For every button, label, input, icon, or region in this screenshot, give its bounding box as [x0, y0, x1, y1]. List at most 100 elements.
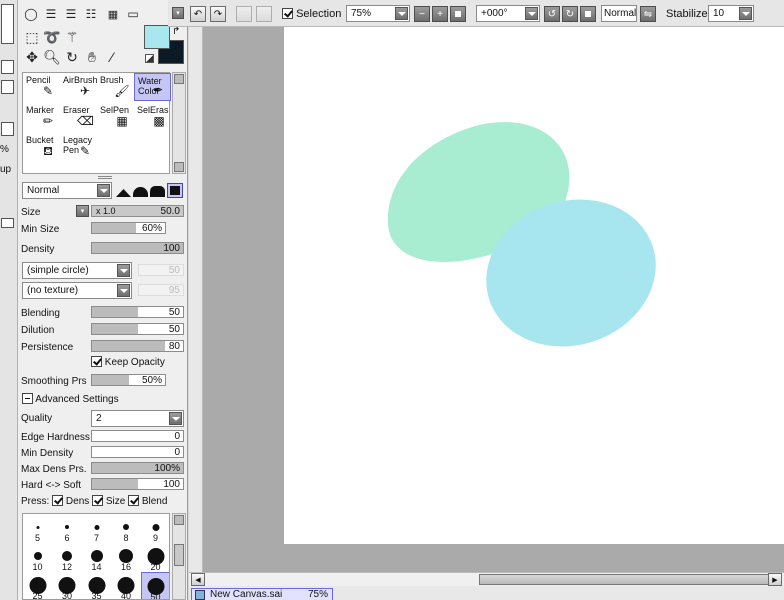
rotate-reset-button[interactable]: [580, 6, 596, 22]
dilution-slider[interactable]: 50: [91, 323, 184, 335]
rotate-left-button[interactable]: ↺: [544, 6, 560, 22]
brush-tool-water-color[interactable]: Water Color ✒: [134, 73, 171, 101]
size-slider[interactable]: x 1.0 50.0: [91, 205, 184, 217]
brush-tool-eraser[interactable]: Eraser ⌫: [60, 103, 97, 131]
circle-shape-icon[interactable]: ◯: [22, 5, 40, 23]
press-blend-checkbox[interactable]: [128, 495, 140, 506]
scroll-left-button[interactable]: ◀: [191, 573, 205, 586]
stabilizer-select[interactable]: 10: [708, 5, 754, 22]
canvas-vertical-scrollbar[interactable]: [189, 27, 203, 572]
quality-select[interactable]: 2: [91, 410, 184, 427]
rect-select-icon[interactable]: ⬚: [23, 28, 41, 46]
eraser-small-icon[interactable]: ▭: [124, 5, 142, 23]
hand-icon[interactable]: ✋︎: [83, 48, 101, 66]
collapse-icon[interactable]: [22, 393, 33, 404]
brush-blend-mode-select[interactable]: Normal: [22, 182, 112, 199]
magic-wand-icon[interactable]: ⚚: [63, 28, 81, 46]
dense-lines-icon[interactable]: ☰: [62, 5, 80, 23]
brush-size-preset[interactable]: 14: [82, 543, 111, 573]
max-dens-slider[interactable]: 100%: [91, 462, 184, 474]
redo-button[interactable]: ↷: [210, 6, 226, 22]
document-tab[interactable]: New Canvas.sai 75%: [191, 588, 333, 600]
keep-opacity-toggle[interactable]: Keep Opacity: [91, 356, 165, 368]
brush-tool-selpen[interactable]: SelPen ▦: [97, 103, 134, 131]
foreground-color-swatch[interactable]: [144, 25, 170, 49]
selection-checkbox[interactable]: [282, 8, 293, 19]
reset-colors-icon[interactable]: [145, 54, 154, 63]
strip-button-3[interactable]: [1, 122, 14, 136]
rotation-select[interactable]: +000°: [476, 5, 540, 22]
panel-divider[interactable]: [98, 176, 112, 179]
swap-colors-icon[interactable]: ↱: [172, 26, 180, 37]
brush-size-preset[interactable]: 35: [82, 572, 111, 599]
brush-tool-legacy-pen[interactable]: Legacy Pen ✎: [60, 133, 97, 161]
dotted-lines-icon[interactable]: ☷: [82, 5, 100, 23]
brush-size-preset[interactable]: 50: [141, 572, 169, 599]
brush-size-preset[interactable]: 5: [23, 514, 52, 544]
brush-tool-pencil[interactable]: Pencil ✎: [23, 73, 60, 101]
zoom-select[interactable]: 75%: [346, 5, 410, 22]
strip-swatch[interactable]: [1, 4, 14, 44]
lines-icon[interactable]: ☰: [42, 5, 60, 23]
smoothing-slider[interactable]: 50%: [91, 374, 166, 386]
zoom-out-button[interactable]: −: [414, 6, 430, 22]
brush-texture-select[interactable]: (no texture): [22, 282, 132, 299]
rotate-right-button[interactable]: ↻: [562, 6, 578, 22]
zoom-in-button[interactable]: +: [432, 6, 448, 22]
advanced-settings-toggle[interactable]: Advanced Settings: [22, 393, 119, 405]
brush-tool-bucket[interactable]: Bucket ⛾: [23, 133, 60, 161]
horizontal-scroll-thumb[interactable]: [479, 574, 779, 585]
brush-size-preset[interactable]: 9: [141, 514, 169, 544]
rotate-icon[interactable]: ↻: [63, 48, 81, 66]
min-density-slider[interactable]: 0: [91, 446, 184, 458]
canvas-paper[interactable]: [284, 27, 784, 544]
deselect-button[interactable]: [236, 6, 252, 22]
brush-size-preset[interactable]: 10: [23, 543, 52, 573]
strip-button-2[interactable]: [1, 80, 14, 94]
brush-size-preset[interactable]: 12: [53, 543, 82, 573]
brush-size-preset[interactable]: 7: [82, 514, 111, 544]
keep-opacity-checkbox[interactable]: [91, 356, 102, 367]
brush-grid-scrollbar[interactable]: [172, 72, 186, 174]
flip-horizontal-button[interactable]: ⇋: [640, 6, 656, 22]
brush-tool-seleras[interactable]: SelEras ▩: [134, 103, 171, 131]
canvas-horizontal-scrollbar[interactable]: ◀ ▶: [189, 572, 784, 586]
undo-button[interactable]: ↶: [190, 6, 206, 22]
edge-hardness-slider[interactable]: 0: [91, 430, 184, 442]
move-icon[interactable]: ✥: [23, 48, 41, 66]
strip-button-1[interactable]: [1, 60, 14, 74]
zoom-reset-button[interactable]: [450, 6, 466, 22]
grid-icon[interactable]: ▦: [104, 5, 122, 23]
size-dropdown-button[interactable]: ▾: [76, 205, 89, 217]
brush-tool-marker[interactable]: Marker ✏: [23, 103, 60, 131]
invert-selection-button[interactable]: [256, 6, 272, 22]
press-dens-checkbox[interactable]: [52, 495, 64, 506]
hard-soft-slider[interactable]: 100: [91, 478, 184, 490]
strip-button-4[interactable]: [1, 218, 14, 228]
brush-size-preset[interactable]: 16: [112, 543, 141, 573]
lasso-icon[interactable]: ➰: [43, 28, 61, 46]
brush-tool-airbrush[interactable]: AirBrush ✈: [60, 73, 98, 101]
brush-size-preset[interactable]: 8: [112, 514, 141, 544]
press-size-checkbox[interactable]: [92, 495, 104, 506]
brush-tool-brush[interactable]: Brush 🖌︎: [97, 73, 134, 101]
persistence-label: Persistence: [21, 342, 74, 353]
zoom-icon[interactable]: 🔍︎: [43, 48, 61, 66]
view-blend-mode-select[interactable]: Normal: [601, 5, 637, 22]
scroll-right-button[interactable]: ▶: [768, 573, 782, 586]
eyedropper-icon[interactable]: ⁄: [103, 48, 121, 66]
brush-size-preset[interactable]: 20: [141, 543, 169, 573]
min-size-slider[interactable]: 60%: [91, 222, 166, 234]
blending-slider[interactable]: 50: [91, 306, 184, 318]
brush-size-preset[interactable]: 40: [112, 572, 141, 599]
selection-toggle[interactable]: Selection: [282, 8, 341, 20]
brush-size-preset[interactable]: 6: [53, 514, 82, 544]
persistence-slider[interactable]: 80: [91, 340, 184, 352]
toolbar-menu-button[interactable]: ▾: [172, 7, 184, 19]
density-slider[interactable]: 100: [91, 242, 184, 254]
brush-edge-shape-selector[interactable]: [116, 182, 184, 199]
size-presets-scrollbar[interactable]: [172, 513, 186, 600]
brush-size-preset[interactable]: 30: [53, 572, 82, 599]
brush-size-preset[interactable]: 25: [23, 572, 52, 599]
brush-shape-select[interactable]: (simple circle): [22, 262, 132, 279]
